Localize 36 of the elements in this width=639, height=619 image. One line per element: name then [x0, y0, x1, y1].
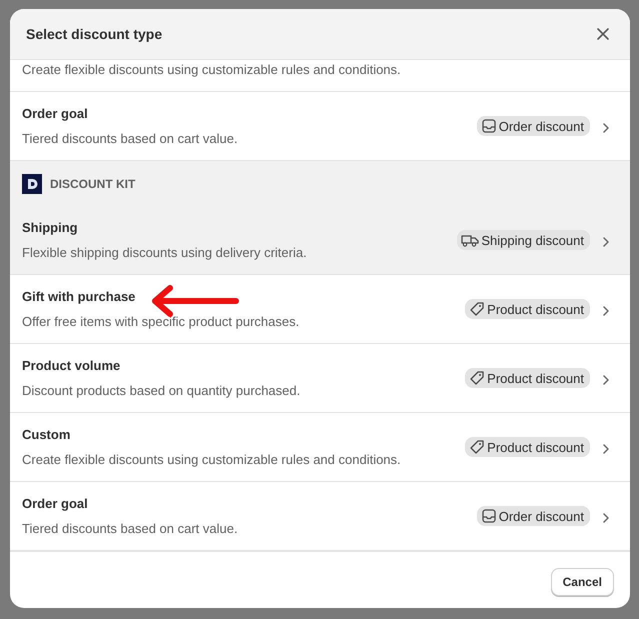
option-title: Product volume	[22, 358, 122, 373]
option-description: Discount products based on quantity purchased.	[22, 383, 302, 398]
discount-badge: Shipping discount	[457, 230, 590, 250]
option-description: Create flexible discounts using customizable rules and conditions.	[22, 452, 402, 467]
modal-title: Select discount type	[26, 26, 162, 42]
option-title: Custom	[22, 427, 72, 442]
discount-badge: Product discount	[465, 437, 590, 457]
chevron-right-icon	[602, 374, 610, 386]
option-description: Offer free items with specific product purchases.	[22, 314, 300, 329]
option-description: Tiered discounts based on cart value.	[22, 131, 239, 146]
option-description: Tiered discounts based on cart value.	[22, 521, 239, 536]
chevron-right-icon	[602, 236, 610, 248]
tag-icon	[469, 370, 486, 386]
chevron-right-icon	[602, 512, 610, 524]
option-description: Create flexible discounts using customizable rules and conditions.	[22, 62, 402, 77]
section-label: DISCOUNT KIT	[50, 176, 136, 190]
tag-icon	[469, 301, 486, 317]
chevron-right-icon	[602, 305, 610, 317]
discount-option[interactable]: Shipping Flexible shipping discounts using delivery criteria. Shipping discount	[10, 206, 630, 275]
discount-badge: Order discount	[476, 116, 590, 136]
option-title: Gift with purchase	[22, 289, 136, 304]
close-icon[interactable]	[596, 27, 610, 41]
d-logo-icon	[22, 174, 42, 194]
discount-badge: Order discount	[476, 506, 590, 526]
inbox-icon	[480, 118, 497, 134]
discount-badge: Product discount	[465, 299, 590, 319]
cancel-button[interactable]: Cancel	[550, 568, 614, 596]
chevron-right-icon	[602, 443, 610, 455]
option-description: Flexible shipping discounts using delivery criteria.	[22, 245, 308, 260]
discount-badge: Product discount	[465, 368, 590, 388]
tag-icon	[469, 439, 486, 455]
option-title: Order goal	[22, 106, 89, 121]
option-title: Order goal	[22, 496, 89, 511]
option-title: Shipping	[22, 220, 79, 235]
chevron-right-icon	[602, 122, 610, 134]
inbox-icon	[480, 508, 497, 524]
